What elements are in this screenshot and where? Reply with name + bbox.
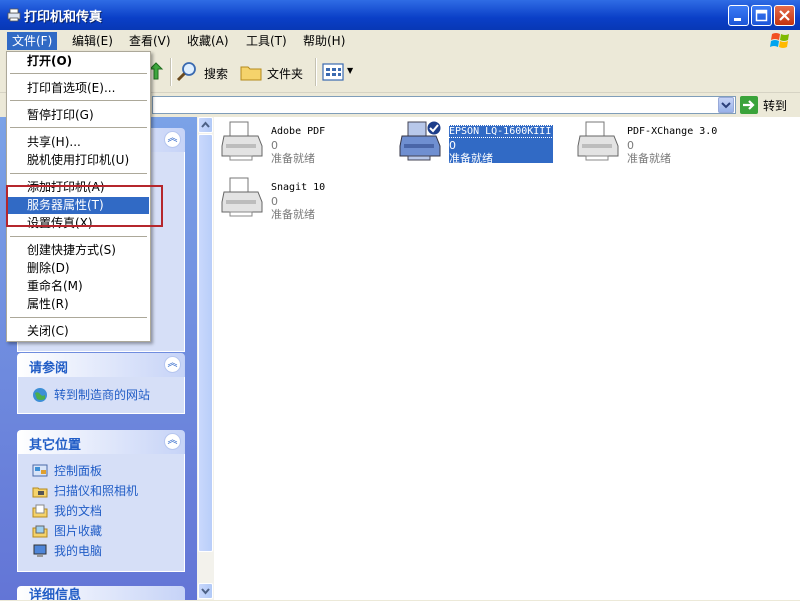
other-places-header[interactable]: 其它位置 ︽ <box>17 430 185 454</box>
collapse-chevron-icon[interactable]: ︽ <box>164 131 181 148</box>
annotation-highlight-box <box>6 185 163 227</box>
my-documents-icon <box>32 504 48 518</box>
views-button[interactable]: ▼ <box>320 60 356 84</box>
address-input[interactable] <box>152 96 736 114</box>
default-printer-check-icon <box>426 120 442 136</box>
menu-item-sharing[interactable]: 共享(H)... <box>8 134 149 151</box>
chevron-up-icon <box>201 121 210 128</box>
menu-separator <box>10 173 147 174</box>
go-label[interactable]: 转到 <box>763 97 787 114</box>
control-panel-icon <box>32 464 48 477</box>
printer-icon <box>221 121 263 161</box>
menu-item-pause-printing[interactable]: 暂停打印(G) <box>8 107 149 124</box>
printer-icon <box>577 121 619 161</box>
printer-item-epson[interactable]: EPSON LQ-1600KIII 0 准备就绪 <box>398 120 556 170</box>
collapse-chevron-icon[interactable]: ︽ <box>164 356 181 373</box>
other-places-panel: 其它位置 ︽ 控制面板 扫描仪和照相机 我的文档 图片收藏 我的电脑 <box>17 430 185 572</box>
views-icon <box>322 63 344 81</box>
menu-item-open[interactable]: 打开(O) <box>8 53 149 70</box>
printer-status: 准备就绪 <box>271 152 315 165</box>
chevron-down-icon <box>201 588 210 595</box>
menu-help[interactable]: 帮助(H) <box>298 32 350 50</box>
my-documents-link[interactable]: 我的文档 <box>54 502 102 519</box>
see-also-header[interactable]: 请参阅 ︽ <box>17 353 185 377</box>
my-computer-icon <box>33 544 47 557</box>
menu-edit[interactable]: 编辑(E) <box>67 32 118 50</box>
printer-item-adobe-pdf[interactable]: Adobe PDF 0 准备就绪 <box>220 120 370 170</box>
folders-button[interactable]: 文件夹 <box>240 59 310 85</box>
close-icon <box>779 10 790 21</box>
minimize-icon <box>734 18 741 21</box>
scanner-camera-icon <box>32 487 48 498</box>
printer-folder-icon <box>7 8 21 22</box>
printer-name: PDF-XChange 3.0 <box>627 126 718 137</box>
search-button[interactable]: 搜索 <box>176 59 234 85</box>
search-icon <box>176 62 196 82</box>
collapse-chevron-icon[interactable]: ︽ <box>164 433 181 450</box>
toolbar-separator <box>315 58 317 86</box>
menu-separator <box>10 236 147 237</box>
menu-item-properties[interactable]: 属性(R) <box>8 296 149 313</box>
menu-tools[interactable]: 工具(T) <box>241 32 292 50</box>
menu-item-rename[interactable]: 重命名(M) <box>8 278 149 295</box>
see-also-panel: 请参阅 ︽ 转到制造商的网站 <box>17 353 185 414</box>
toolbar-separator <box>170 58 172 86</box>
printer-name: EPSON LQ-1600KIII <box>448 125 554 138</box>
other-places-title: 其它位置 <box>29 438 82 453</box>
menu-favorites[interactable]: 收藏(A) <box>182 32 234 50</box>
maximize-button[interactable] <box>751 5 772 26</box>
manufacturer-website-link[interactable]: 转到制造商的网站 <box>54 386 150 403</box>
printer-status: 准备就绪 <box>271 208 315 221</box>
menu-file[interactable]: 文件(F) <box>7 32 58 50</box>
chevron-down-icon <box>721 102 731 109</box>
globe-icon <box>33 388 47 402</box>
go-button[interactable] <box>740 96 758 114</box>
see-also-title: 请参阅 <box>29 361 69 376</box>
menu-bar: 文件(F) 编辑(E) 查看(V) 收藏(A) 工具(T) 帮助(H) <box>0 30 800 53</box>
my-pictures-icon <box>32 525 48 538</box>
scroll-down-button[interactable] <box>198 583 213 599</box>
menu-item-close[interactable]: 关闭(C) <box>8 323 149 340</box>
minimize-button[interactable] <box>728 5 749 26</box>
window-title: 打印机和传真 <box>24 10 103 25</box>
menu-item-create-shortcut[interactable]: 创建快捷方式(S) <box>8 242 149 259</box>
details-header[interactable]: 详细信息 <box>17 586 185 600</box>
printer-status: 准备就绪 <box>627 152 671 165</box>
control-panel-link[interactable]: 控制面板 <box>54 462 102 479</box>
menu-separator <box>10 317 147 318</box>
menu-view[interactable]: 查看(V) <box>124 32 176 50</box>
menu-item-printing-preferences[interactable]: 打印首选项(E)... <box>8 80 149 97</box>
printer-item-snagit[interactable]: Snagit 10 0 准备就绪 <box>220 176 370 226</box>
my-pictures-link[interactable]: 图片收藏 <box>54 522 102 539</box>
printer-item-pdf-xchange[interactable]: PDF-XChange 3.0 0 准备就绪 <box>576 120 746 170</box>
close-button[interactable] <box>774 5 795 26</box>
menu-separator <box>10 127 147 128</box>
details-panel: 详细信息 <box>17 586 185 600</box>
windows-logo-icon <box>770 33 789 48</box>
printer-icon <box>221 177 263 217</box>
menu-separator <box>10 100 147 101</box>
menu-separator <box>10 73 147 74</box>
address-dropdown-button[interactable] <box>718 97 734 113</box>
title-bar[interactable]: 打印机和传真 <box>0 0 800 30</box>
printer-name: Snagit 10 <box>271 182 326 193</box>
scroll-thumb[interactable] <box>198 134 213 552</box>
arrow-right-icon <box>743 100 755 110</box>
folder-icon <box>240 66 262 81</box>
folders-label: 文件夹 <box>267 67 304 81</box>
printer-status: 准备就绪 <box>449 152 493 165</box>
menu-item-delete[interactable]: 删除(D) <box>8 260 149 277</box>
my-computer-link[interactable]: 我的电脑 <box>54 542 102 559</box>
chevron-down-icon: ▼ <box>347 66 354 75</box>
search-label: 搜索 <box>204 67 229 81</box>
scroll-up-button[interactable] <box>198 117 213 133</box>
maximize-icon <box>755 9 768 22</box>
details-title: 详细信息 <box>29 588 82 600</box>
menu-item-use-offline[interactable]: 脱机使用打印机(U) <box>8 152 149 169</box>
scanners-cameras-link[interactable]: 扫描仪和照相机 <box>54 482 138 499</box>
printer-name: Adobe PDF <box>271 126 326 137</box>
